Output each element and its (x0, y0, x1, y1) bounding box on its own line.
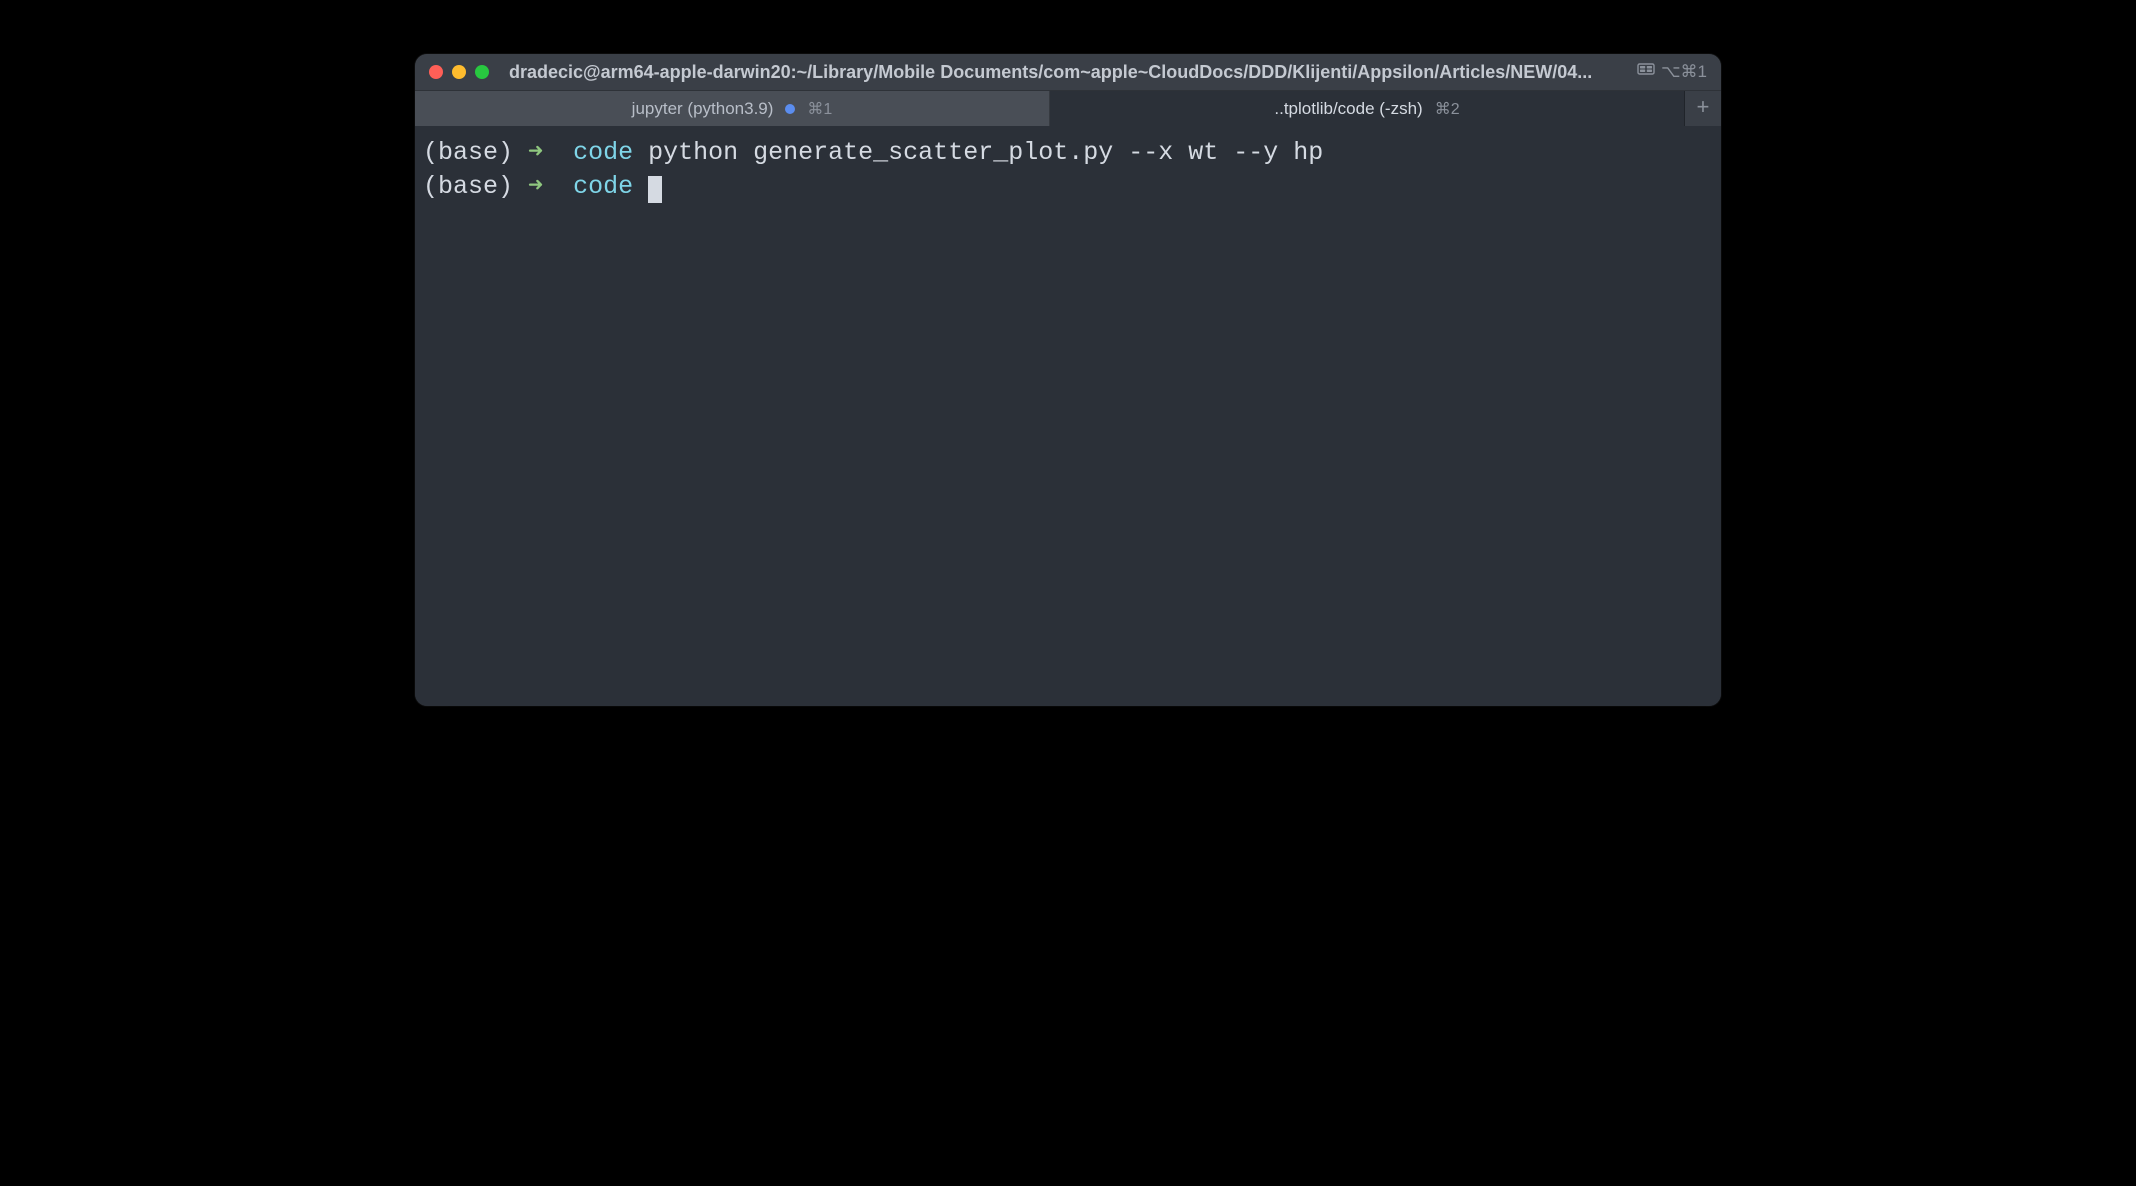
add-tab-button[interactable]: + (1685, 91, 1721, 126)
titlebar-right: ⌥⌘1 (1637, 62, 1707, 82)
tab-jupyter[interactable]: jupyter (python3.9) ⌘1 (415, 91, 1050, 126)
maximize-button[interactable] (475, 65, 489, 79)
titlebar: dradecic@arm64-apple-darwin20:~/Library/… (415, 54, 1721, 90)
tab-shortcut: ⌘2 (1435, 99, 1460, 119)
prompt-dir: code (573, 138, 633, 167)
tab-shortcut: ⌘1 (807, 99, 832, 119)
prompt-env: (base) (423, 138, 513, 167)
terminal-line: (base) ➜ code (423, 170, 1713, 204)
tab-label: ..tplotlib/code (-zsh) (1274, 99, 1422, 119)
tab-code-zsh[interactable]: ..tplotlib/code (-zsh) ⌘2 (1050, 91, 1685, 126)
tab-activity-indicator-icon (785, 104, 795, 114)
traffic-lights (429, 65, 489, 79)
plus-icon: + (1696, 96, 1709, 121)
broadcast-shortcut-label: ⌥⌘1 (1661, 62, 1707, 82)
terminal-window: dradecic@arm64-apple-darwin20:~/Library/… (415, 54, 1721, 706)
cursor (648, 176, 662, 203)
minimize-button[interactable] (452, 65, 466, 79)
prompt-env: (base) (423, 172, 513, 201)
close-button[interactable] (429, 65, 443, 79)
prompt-arrow-icon: ➜ (528, 138, 543, 167)
window-title: dradecic@arm64-apple-darwin20:~/Library/… (509, 62, 1627, 83)
command-text: python generate_scatter_plot.py --x wt -… (648, 138, 1323, 167)
terminal-body[interactable]: (base) ➜ code python generate_scatter_pl… (415, 126, 1721, 706)
prompt-dir: code (573, 172, 633, 201)
terminal-line: (base) ➜ code python generate_scatter_pl… (423, 136, 1713, 170)
prompt-arrow-icon: ➜ (528, 172, 543, 201)
broadcast-input-icon[interactable] (1637, 63, 1655, 83)
tab-label: jupyter (python3.9) (632, 99, 774, 119)
tabbar: jupyter (python3.9) ⌘1 ..tplotlib/code (… (415, 90, 1721, 126)
